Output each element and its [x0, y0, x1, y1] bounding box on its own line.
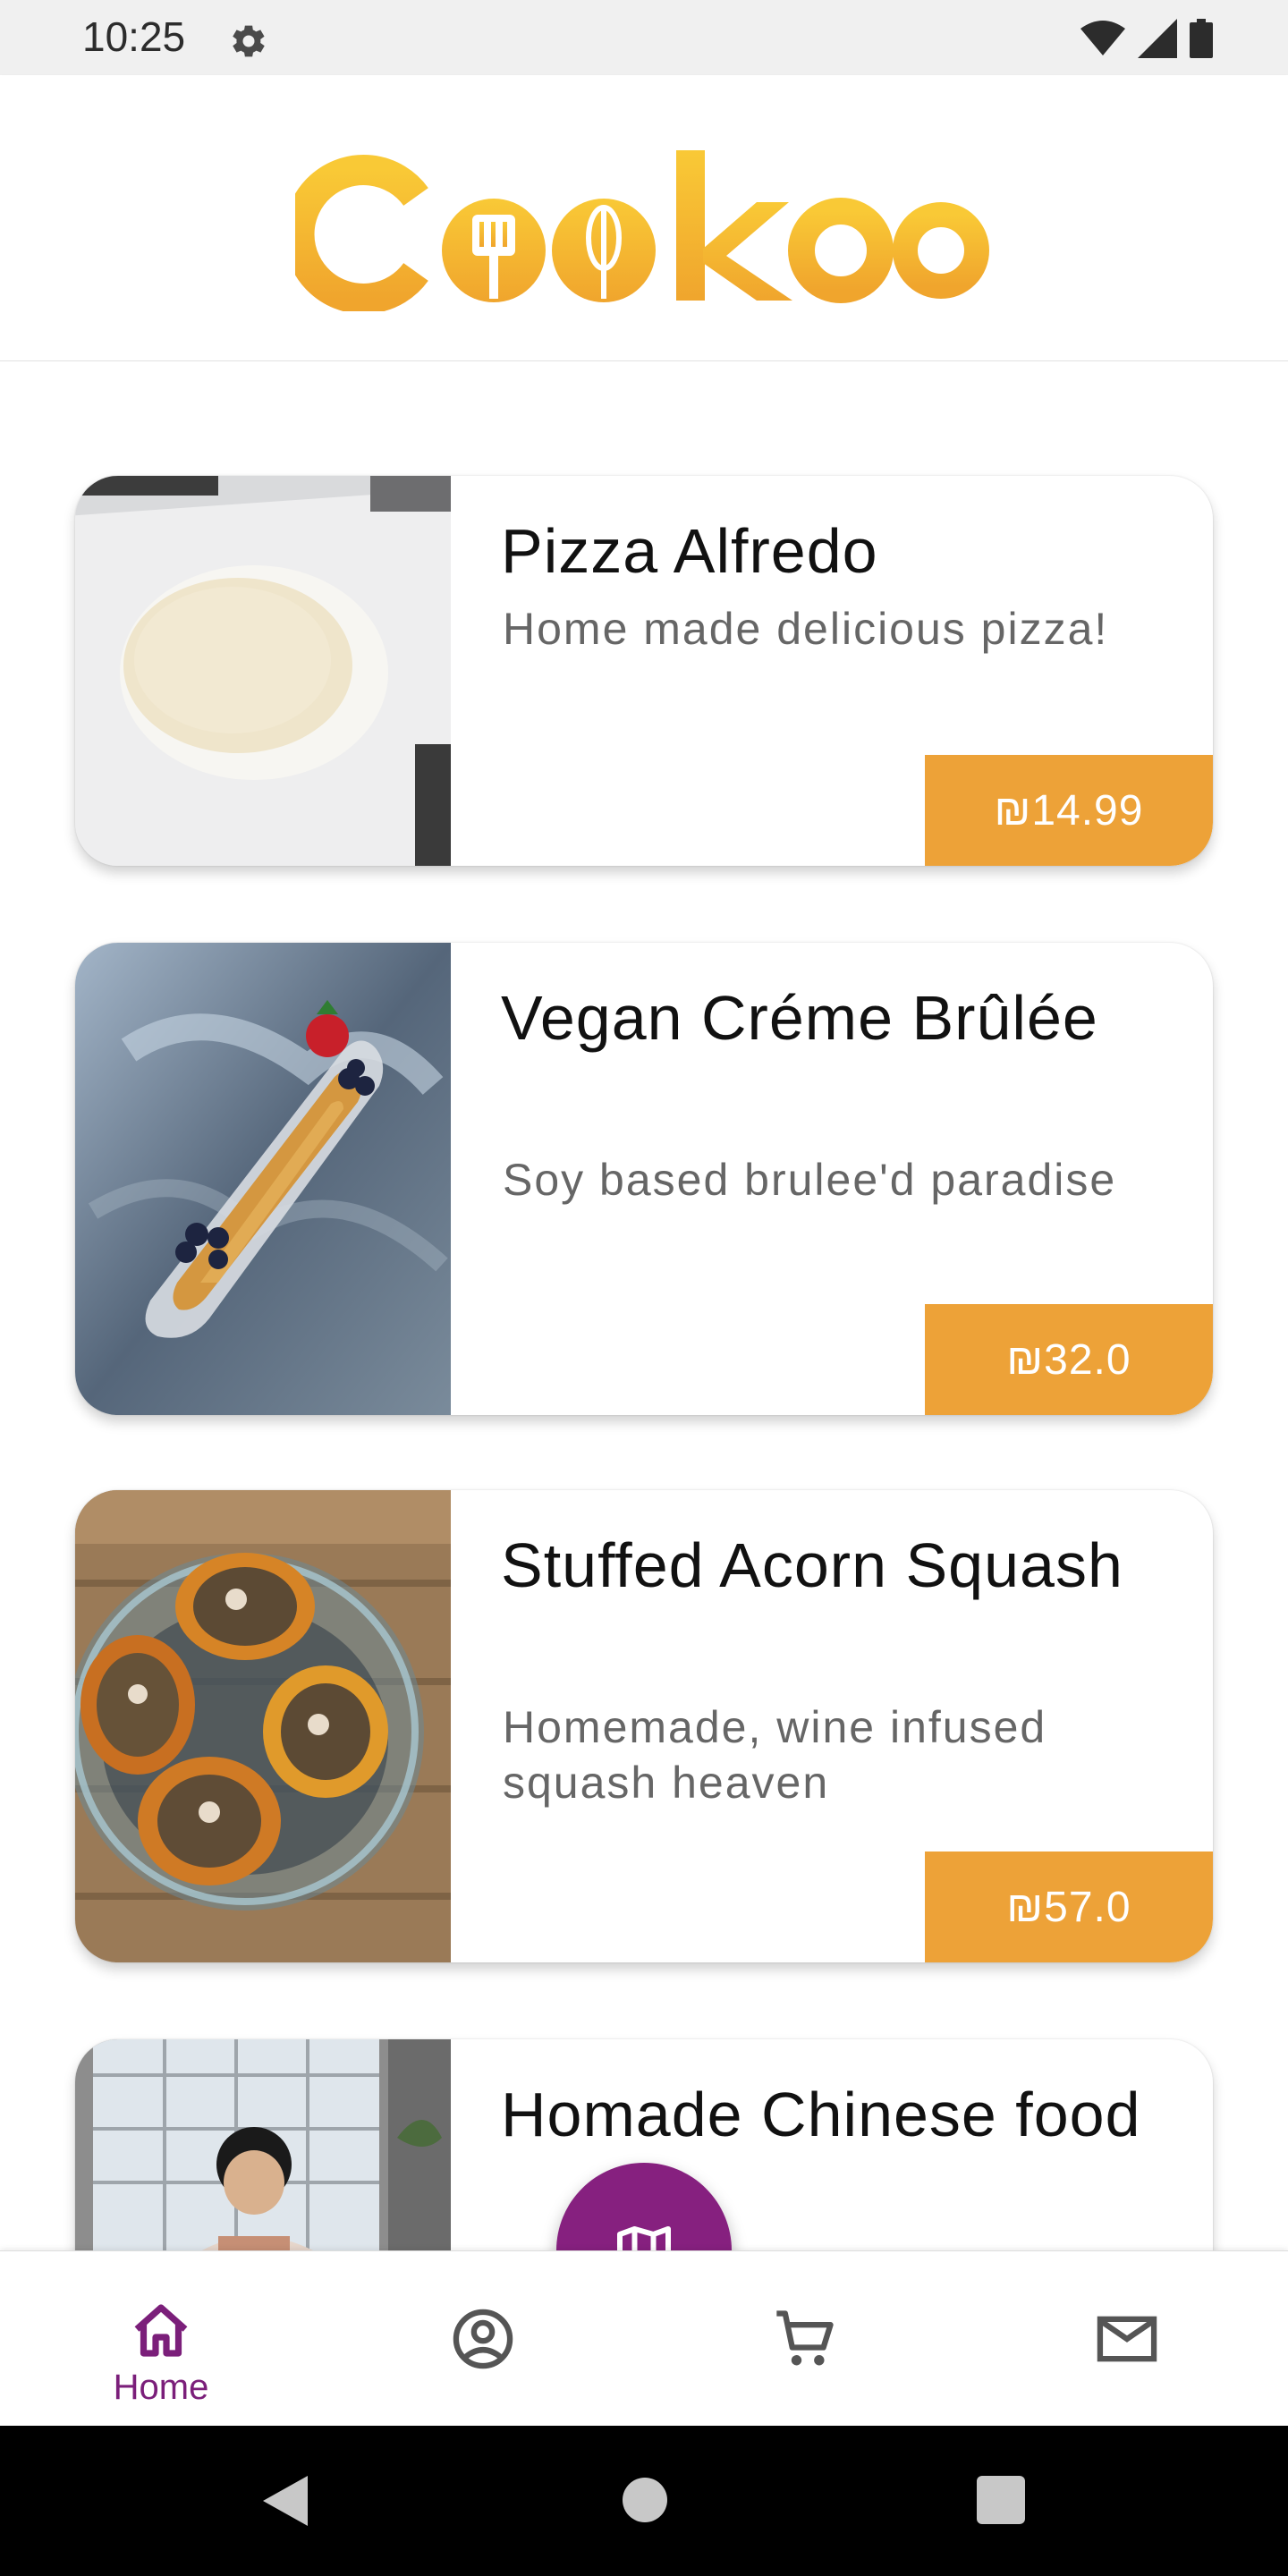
recipe-image-pizza	[75, 476, 451, 866]
nav-item-cart[interactable]	[724, 2251, 886, 2427]
mail-icon	[1093, 2305, 1161, 2373]
recipe-image-creme-brulee	[75, 943, 451, 1415]
home-icon	[129, 2300, 193, 2364]
price-button[interactable]: ₪32.0	[925, 1304, 1213, 1415]
recipe-title: Homade Chinese food	[501, 2080, 1141, 2149]
recipe-description: Soy based brulee'd paradise	[503, 1155, 1117, 1205]
recipe-card[interactable]: Vegan Créme Brûlée Soy based brulee'd pa…	[75, 943, 1213, 1415]
nav-item-mail[interactable]	[1046, 2251, 1208, 2427]
recipe-title: Stuffed Acorn Squash	[501, 1530, 1123, 1600]
nav-item-profile[interactable]	[402, 2251, 564, 2427]
recipe-title: Vegan Créme Brûlée	[501, 983, 1098, 1053]
nav-label-home: Home	[113, 2367, 209, 2407]
home-circle-icon[interactable]	[623, 2478, 667, 2522]
system-navigation-bar	[0, 2426, 1288, 2576]
price-button[interactable]: ₪14.99	[925, 755, 1213, 866]
app-header	[0, 75, 1288, 361]
status-time: 10:25	[82, 13, 186, 60]
price-button[interactable]: ₪57.0	[925, 1852, 1213, 1962]
gear-icon	[225, 18, 272, 64]
wifi-icon	[1080, 21, 1125, 55]
cart-icon	[771, 2305, 839, 2373]
nav-item-home[interactable]: Home	[80, 2266, 242, 2441]
battery-icon	[1190, 19, 1213, 58]
bottom-navigation: Home	[0, 2250, 1288, 2426]
profile-icon	[449, 2305, 517, 2373]
recipe-title: Pizza Alfredo	[501, 516, 878, 586]
recipe-list[interactable]: Pizza Alfredo Home made delicious pizza!…	[0, 361, 1288, 2250]
recipe-description: Homemade, wine infused squash heaven	[503, 1702, 1047, 1808]
back-triangle-icon[interactable]	[259, 2474, 313, 2528]
recipe-description: Home made delicious pizza!	[503, 604, 1109, 654]
cellular-signal-icon	[1138, 19, 1177, 58]
recipe-card[interactable]: Stuffed Acorn Squash Homemade, wine infu…	[75, 1490, 1213, 1962]
recipe-image-chinese-food	[75, 2039, 451, 2250]
recipe-image-acorn-squash	[75, 1490, 451, 1962]
recents-square-icon[interactable]	[977, 2476, 1025, 2524]
status-icons	[1080, 18, 1213, 59]
status-bar: 10:25	[0, 0, 1288, 75]
cookoo-logo	[284, 132, 993, 314]
recipe-card[interactable]: Pizza Alfredo Home made delicious pizza!…	[75, 476, 1213, 866]
